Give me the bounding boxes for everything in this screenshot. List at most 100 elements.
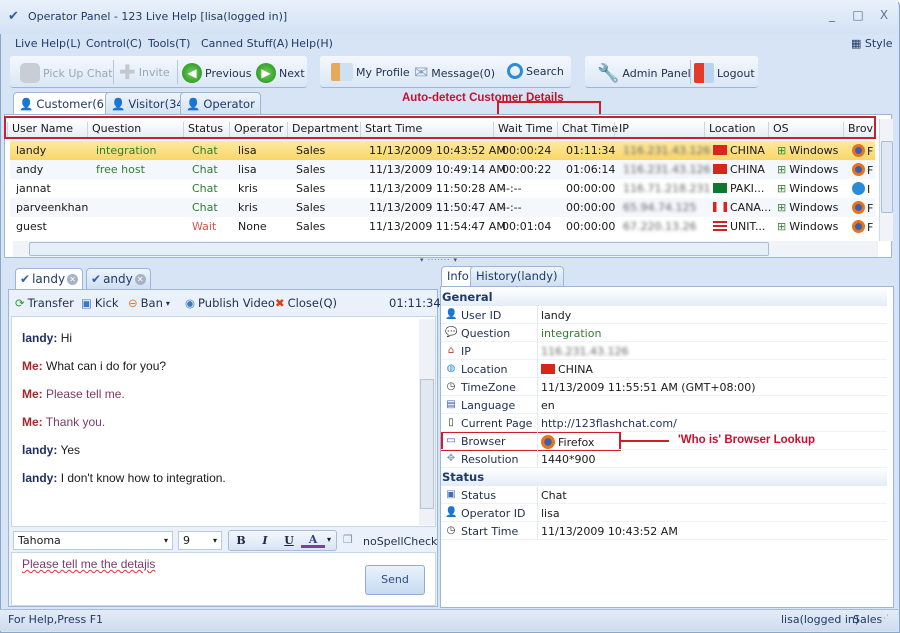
chat-tab-andy[interactable]: ✔ andy ✕ (86, 268, 151, 289)
previous-button[interactable]: ◀ Previous (182, 63, 252, 83)
splitter-handle[interactable]: ▾ ······· ▾ (420, 256, 480, 264)
send-button[interactable]: Send (365, 565, 425, 595)
status-icon: ▣ (446, 489, 456, 500)
status-user: lisa(logged in) (781, 613, 860, 626)
info-row-timezone: ◷ TimeZone 11/13/2009 11:55:51 AM (GMT+08:… (441, 378, 887, 396)
message-text: Hi (60, 331, 73, 345)
close-tab-icon[interactable]: ✕ (134, 273, 146, 285)
speech-icon: 💬 (445, 327, 458, 338)
menu-control[interactable]: Control(C) (86, 37, 142, 50)
windows-logo-icon: ⊞ (777, 201, 787, 214)
info-value[interactable]: http://123flashchat.com/ (541, 417, 677, 430)
transcript-scrollbar[interactable] (419, 319, 435, 525)
cell-department: Sales (296, 163, 326, 176)
info-value: Firefox (541, 435, 594, 449)
horizontal-scrollbar[interactable] (13, 241, 878, 257)
ie-icon (852, 182, 865, 195)
cell-start: 11/13/2009 10:43:52 AM (369, 144, 506, 157)
cell-ip: 116.71.218.231 (623, 182, 711, 195)
cell-user: guest (16, 220, 47, 233)
ban-button[interactable]: ⊖ Ban ▾ (128, 296, 170, 310)
cell-chat: 00:00:00 (566, 220, 616, 233)
info-label: Resolution (461, 453, 519, 466)
info-label: User ID (461, 309, 502, 322)
plus-icon: ✚ (119, 60, 136, 84)
cell-user: andy (16, 163, 44, 176)
color-dropdown-icon[interactable]: ▾ (327, 535, 331, 544)
menu-bar: Live Help(L) Control(C) Tools(T) Canned … (0, 34, 898, 54)
menu-tools[interactable]: Tools(T) (148, 37, 190, 50)
menu-live-help[interactable]: Live Help(L) (15, 37, 81, 50)
table-row[interactable]: landy integration Chat lisa Sales 11/13/2009 … (10, 141, 875, 160)
table-row[interactable]: jannat Chat kris Sales 11/13/2009 11:50:28 A… (10, 179, 875, 198)
resize-grip-icon[interactable]: ⋰ (880, 614, 889, 624)
chat-tab-landy[interactable]: ✔ landy ✕ (15, 268, 84, 289)
info-row-location: ◍ Location CHINA (441, 360, 887, 378)
info-value: 1440*900 (541, 453, 596, 466)
font-size-select[interactable]: 9 ▾ (178, 531, 222, 550)
message-sender: landy: (22, 471, 58, 485)
maximize-button[interactable]: □ (848, 8, 868, 24)
cell-status: Wait (192, 220, 217, 233)
cell-department: Sales (296, 144, 326, 157)
style-button[interactable]: ▦ Style (851, 37, 893, 50)
next-button[interactable]: ▶ Next (256, 63, 305, 83)
message-button[interactable]: ✉ Message(0) (414, 63, 495, 83)
menu-help[interactable]: Help(H) (291, 37, 333, 50)
info-row-start-time: ◷ Start Time 11/13/2009 10:43:52 AM (441, 522, 887, 540)
cell-os: ⊞ Windows (777, 182, 839, 195)
close-chat-button[interactable]: ✖ Close(Q) (275, 296, 337, 310)
tab-customer[interactable]: 👤 Customer(6) (13, 92, 115, 114)
magnifier-icon (507, 63, 523, 79)
underline-button[interactable]: U (277, 531, 301, 550)
cell-department: Sales (296, 201, 326, 214)
invite-button[interactable]: ✚ Invite (119, 60, 170, 84)
cell-operator: lisa (238, 163, 257, 176)
title-bar: ✔ Operator Panel - 123 Live Help [lisa(l… (0, 0, 898, 34)
close-button[interactable]: X (874, 8, 894, 24)
table-row[interactable]: guest Wait None Sales 11/13/2009 11:54:47 AM… (10, 217, 875, 236)
bold-button[interactable]: B (229, 531, 253, 550)
close-tab-icon[interactable]: ✕ (67, 273, 79, 285)
cell-chat: 01:11:34 (566, 144, 616, 157)
transfer-button[interactable]: ⟳ Transfer (15, 296, 74, 310)
cell-ip: 65.94.74.125 (623, 201, 697, 214)
section-header: Status (441, 468, 887, 486)
cell-wait: --:-- (502, 182, 522, 195)
cell-user: parveenkhan (16, 201, 89, 214)
firefox-icon (852, 163, 865, 176)
cell-ip: 116.231.43.126 (623, 163, 711, 176)
admin-panel-button[interactable]: 🔧 Admin Panel (597, 63, 691, 84)
cell-browser: F (852, 163, 873, 177)
table-row[interactable]: andy free host Chat lisa Sales 11/13/2009 10:… (10, 160, 875, 179)
font-select[interactable]: Tahoma ▾ (13, 531, 173, 550)
info-label: TimeZone (461, 381, 516, 394)
page-icon: ▯ (448, 417, 454, 428)
pick-up-chat-button[interactable]: Pick Up Chat (20, 63, 113, 83)
my-profile-button[interactable]: My Profile (331, 63, 410, 81)
info-value: lisa (541, 507, 560, 520)
message-text: I don't know how to integration. (60, 471, 226, 485)
copy-icon[interactable]: ❐ (343, 533, 353, 546)
visitor-icon: 👤 (111, 96, 126, 111)
tab-history[interactable]: History(landy) (470, 266, 564, 286)
search-button[interactable]: Search (507, 63, 564, 79)
font-color-button[interactable]: A (301, 531, 325, 548)
windows-logo-icon: ⊞ (777, 163, 787, 176)
publish-video-button[interactable]: ◉ Publish Video (185, 296, 275, 310)
spellcheck-toggle[interactable]: noSpellCheck (363, 535, 437, 548)
italic-button[interactable]: I (253, 531, 277, 550)
menu-canned-stuff[interactable]: Canned Stuff(A) (201, 37, 289, 50)
table-row[interactable]: parveenkhan Chat kris Sales 11/13/2009 11:50… (10, 198, 875, 217)
tab-operator[interactable]: 👤 Operator (180, 92, 261, 114)
vertical-scrollbar[interactable] (879, 119, 893, 241)
cell-status: Chat (192, 163, 218, 176)
operator-icon: 👤 (186, 96, 201, 111)
flag-icon (713, 202, 727, 212)
message-text: Thank you. (45, 415, 106, 429)
globe-icon: ◍ (446, 363, 456, 374)
kick-button[interactable]: ▣ Kick (81, 296, 119, 310)
envelope-icon: ✉ (414, 63, 429, 83)
logout-button[interactable]: Logout (694, 63, 755, 83)
minimize-button[interactable]: _ (822, 8, 842, 24)
